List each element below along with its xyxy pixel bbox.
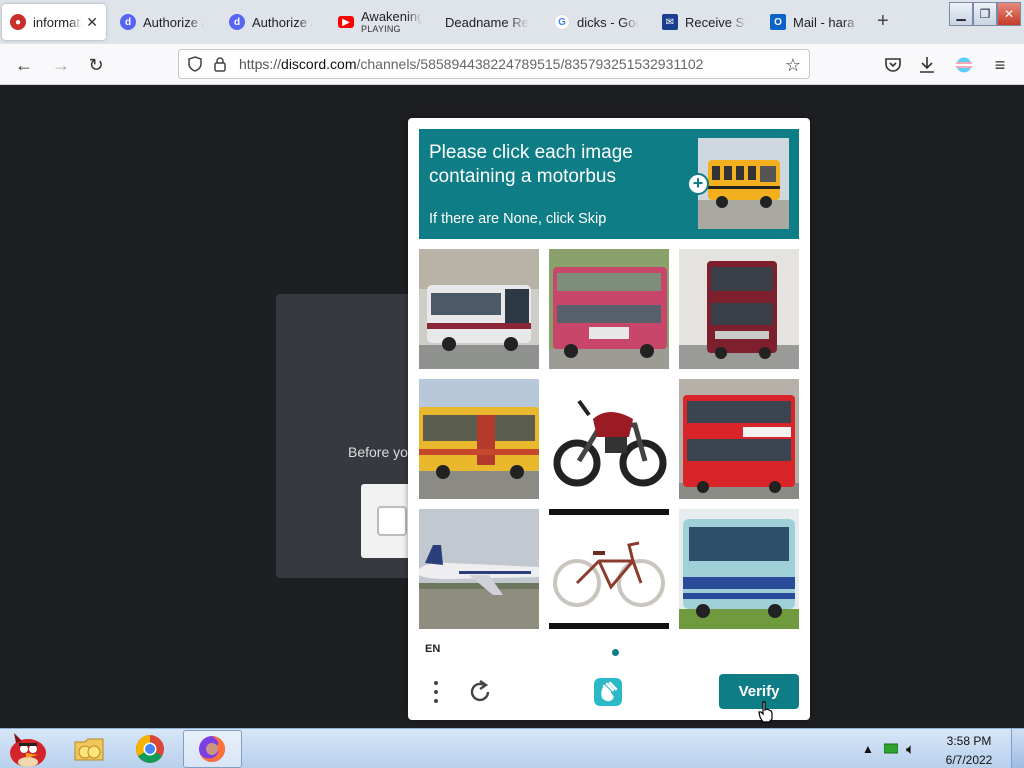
tab-label-group: Awakening PLAYING xyxy=(361,10,422,34)
red-circle-icon: ● xyxy=(10,14,26,30)
url-text: https://discord.com/channels/58589443822… xyxy=(239,56,703,72)
shield-icon[interactable] xyxy=(187,56,203,72)
tab-label: Mail - hara xyxy=(793,14,855,30)
challenge-prompt: Please click each image containing a mot… xyxy=(419,129,799,239)
blue-bus-image[interactable] xyxy=(679,509,799,629)
tab-authorize-2[interactable]: d Authorize a xyxy=(221,4,321,40)
menu-hamburger-icon[interactable]: ≡ xyxy=(987,52,1013,78)
image-grid xyxy=(419,249,799,629)
bicycle-image[interactable] xyxy=(549,509,669,629)
tab-google[interactable]: G dicks - Goo xyxy=(546,4,646,40)
skip-hint: If there are None, click Skip xyxy=(429,211,607,227)
tab-label: Receive SM xyxy=(685,14,746,30)
tab-close-icon[interactable]: ✕ xyxy=(86,14,98,31)
tab-label: Authorize a xyxy=(252,14,313,30)
forward-arrow-icon[interactable]: → xyxy=(48,52,74,78)
tab-awakening[interactable]: ▶ Awakening PLAYING xyxy=(330,4,430,40)
tab-label: dicks - Goo xyxy=(577,14,638,30)
maroon-double-decker-bus-image[interactable] xyxy=(679,249,799,369)
navigation-bar: ← → ↻ https://discord.com/channels/58589… xyxy=(0,44,1024,85)
sms-icon: ✉ xyxy=(662,14,678,30)
volume-icon[interactable]: 🔈︎ xyxy=(906,729,915,768)
tab-information[interactable]: ● informati ✕ xyxy=(2,4,106,40)
yellow-bus-image[interactable] xyxy=(419,379,539,499)
network-icon[interactable] xyxy=(884,729,898,768)
playing-label: PLAYING xyxy=(361,24,401,34)
motorcycle-image[interactable] xyxy=(549,379,669,499)
show-hidden-icons-icon[interactable]: ▲ xyxy=(862,729,874,768)
tab-label: Authorize a xyxy=(143,14,204,30)
download-icon[interactable] xyxy=(914,52,940,78)
verification-text: Before yo xyxy=(348,444,408,460)
tab-label: Deadname Rem xyxy=(445,14,529,30)
school-bus-image xyxy=(698,138,789,229)
new-tab-icon[interactable]: + xyxy=(877,10,889,33)
url-prefix: https:// xyxy=(239,56,282,72)
clock-time: 3:58 PM xyxy=(946,734,992,748)
back-arrow-icon[interactable]: ← xyxy=(11,52,37,78)
hcaptcha-challenge: Please click each image containing a mot… xyxy=(408,118,810,723)
taskbar: ▲ 🔈︎ 3:58 PM 6/7/2022 xyxy=(0,728,1024,768)
tab-label: informati xyxy=(33,14,83,30)
show-desktop-button[interactable] xyxy=(1011,729,1024,768)
tab-mail[interactable]: O Mail - hara xyxy=(762,4,868,40)
extension-flag-icon[interactable] xyxy=(951,52,977,78)
prompt-line-1: Please click each image xyxy=(429,142,633,163)
google-icon: G xyxy=(554,14,570,30)
close-window-icon[interactable]: ✕ xyxy=(997,2,1021,26)
youtube-icon: ▶ xyxy=(338,16,354,28)
hand-cursor-icon xyxy=(758,701,774,723)
url-path: /channels/585894438224789515/83579325153… xyxy=(356,56,704,72)
start-angry-bird-icon[interactable] xyxy=(6,729,50,768)
clock-date: 6/7/2022 xyxy=(945,753,993,767)
language-selector[interactable]: EN xyxy=(425,643,440,655)
more-options-icon[interactable] xyxy=(428,678,444,706)
tab-label: Awakening xyxy=(361,10,422,24)
system-clock[interactable]: 3:58 PM 6/7/2022 xyxy=(930,734,1008,768)
minimize-icon[interactable]: ▁ xyxy=(949,2,973,26)
grey-city-bus-image[interactable] xyxy=(419,249,539,369)
pocket-icon[interactable] xyxy=(880,52,906,78)
discord-icon: d xyxy=(120,14,136,30)
tab-authorize-1[interactable]: d Authorize a xyxy=(112,4,212,40)
outlook-icon: O xyxy=(770,14,786,30)
hcaptcha-logo-icon xyxy=(592,676,624,708)
firefox-icon[interactable] xyxy=(195,732,229,766)
tab-strip: ● informati ✕ d Authorize a d Authorize … xyxy=(0,0,1024,44)
lock-icon[interactable] xyxy=(213,56,227,72)
restore-icon[interactable]: ❐ xyxy=(973,2,997,26)
captcha-checkbox[interactable] xyxy=(377,506,407,536)
file-explorer-icon[interactable] xyxy=(72,732,106,766)
bookmark-star-icon[interactable]: ☆ xyxy=(785,55,801,76)
page-indicator-dot xyxy=(612,649,619,656)
url-host: discord.com xyxy=(281,56,357,72)
tab-receive-sms[interactable]: ✉ Receive SM xyxy=(654,4,754,40)
pink-double-decker-bus-image[interactable] xyxy=(549,249,669,369)
prompt-line-2: containing a motorbus xyxy=(429,166,616,187)
url-bar[interactable]: https://discord.com/channels/58589443822… xyxy=(178,49,810,79)
plus-icon[interactable]: + xyxy=(687,173,709,195)
airplane-image[interactable] xyxy=(419,509,539,629)
chrome-icon[interactable] xyxy=(133,732,167,766)
discord-icon: d xyxy=(229,14,245,30)
refresh-challenge-icon[interactable] xyxy=(466,678,494,706)
reload-icon[interactable]: ↻ xyxy=(83,52,109,78)
tab-deadname[interactable]: Deadname Rem xyxy=(437,4,537,40)
red-double-decker-bus-image[interactable] xyxy=(679,379,799,499)
